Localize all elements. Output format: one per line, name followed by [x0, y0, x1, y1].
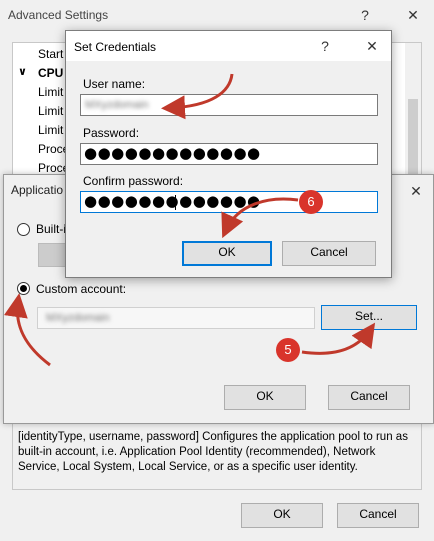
arrow-to-set-button	[301, 322, 376, 355]
step-6-badge: 6	[299, 190, 323, 214]
annotation-arrows	[4, 73, 376, 367]
step-5-badge: 5	[276, 338, 300, 362]
arrow-to-custom-radio	[4, 293, 51, 367]
arrow-to-credentials-ok	[221, 197, 299, 239]
arrow-to-username	[161, 73, 234, 120]
